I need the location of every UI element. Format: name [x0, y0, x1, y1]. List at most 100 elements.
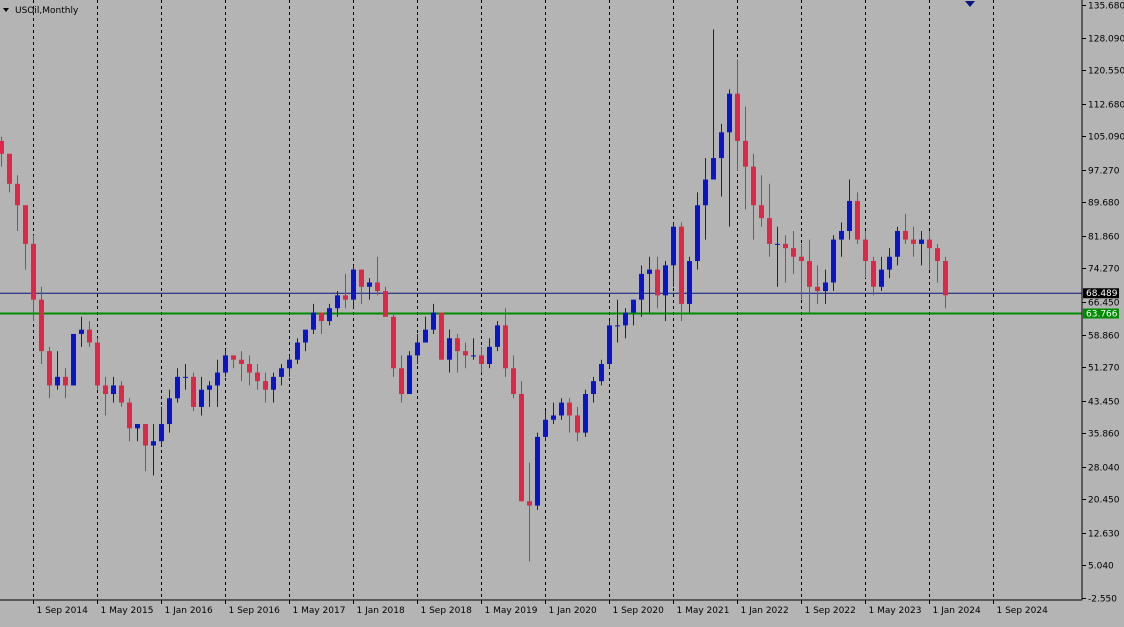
candle-body	[615, 325, 620, 327]
candle-body	[879, 269, 884, 287]
symbol-label: USOil,Monthly	[15, 6, 79, 16]
candle-body	[55, 376, 60, 386]
candle-body	[175, 376, 180, 399]
candle-body	[159, 424, 164, 442]
candle-body	[815, 286, 820, 292]
candle-body	[663, 265, 668, 296]
candle	[535, 432, 540, 510]
candle-body	[479, 355, 484, 364]
symbol-header: USOil,Monthly	[3, 6, 79, 16]
candle-body	[431, 312, 436, 330]
candle-body	[671, 226, 676, 266]
candle-body	[247, 363, 252, 373]
chart-area[interactable]: 135.680 128.090 120.550 112.680 105.090 97.27…	[0, 0, 1124, 623]
candle-body	[183, 376, 188, 378]
candle-body	[271, 376, 276, 390]
candle-body	[583, 394, 588, 433]
candle-body	[943, 261, 948, 296]
candle-body	[47, 351, 52, 386]
candle-body	[871, 261, 876, 287]
candle-body	[319, 312, 324, 322]
candle-body	[407, 355, 412, 395]
candle-body	[63, 376, 68, 386]
x-tick-label-4: 1 May 2017	[293, 606, 346, 616]
price-chart[interactable]: 135.680 128.090 120.550 112.680 105.090 97.27…	[0, 0, 1124, 623]
candle-body	[487, 346, 492, 364]
candle-body	[151, 441, 156, 446]
candle-body	[623, 312, 628, 326]
candle-body	[855, 200, 860, 240]
candle-body	[799, 256, 804, 262]
x-tick-label-14: 1 Jan 2024	[933, 606, 981, 616]
x-tick-label-11: 1 Jan 2022	[741, 606, 789, 616]
candle-body	[599, 363, 604, 382]
candle	[407, 351, 412, 395]
candle-body	[463, 351, 468, 356]
candle-body	[111, 385, 116, 395]
y-tick-label-13: 35.860	[1088, 430, 1120, 440]
candle-body	[687, 261, 692, 304]
candle-body	[495, 325, 500, 347]
current-price-tag: 68.489	[1086, 289, 1118, 299]
candle-body	[703, 179, 708, 206]
candle-body	[807, 261, 812, 287]
x-tick-label-5: 1 Jan 2018	[357, 606, 405, 616]
x-tick-label-15: 1 Sep 2024	[997, 606, 1049, 616]
candle-body	[631, 299, 636, 313]
x-tick-label-9: 1 Sep 2020	[613, 606, 665, 616]
y-tick-label-5: 97.270	[1088, 167, 1120, 177]
candle-body	[287, 359, 292, 369]
candle-body	[775, 243, 780, 245]
y-tick-label-16: 12.630	[1088, 530, 1120, 540]
candle-body	[295, 342, 300, 360]
candle-body	[167, 398, 172, 425]
candle-body	[711, 158, 716, 180]
candle	[191, 372, 196, 412]
y-tick-label-11: 51.270	[1088, 364, 1120, 374]
candle-body	[647, 269, 652, 274]
candle-body	[935, 248, 940, 262]
candle-body	[79, 329, 84, 334]
y-tick-label-8: 74.270	[1088, 265, 1120, 275]
candle	[391, 312, 396, 377]
candle-body	[679, 226, 684, 304]
candle-body	[727, 93, 732, 133]
candle-body	[0, 140, 4, 154]
candle-body	[719, 132, 724, 159]
candle-body	[439, 312, 444, 360]
y-tick-label-9: 66.450	[1088, 299, 1120, 309]
candle-body	[567, 402, 572, 416]
candle-body	[751, 166, 756, 206]
candle-body	[639, 273, 644, 300]
x-tick-label-13: 1 May 2023	[869, 606, 922, 616]
candle-body	[559, 402, 564, 416]
candle-body	[255, 372, 260, 382]
candle-body	[391, 316, 396, 369]
candle	[439, 312, 444, 360]
candle-body	[239, 359, 244, 364]
candle-body	[39, 299, 44, 352]
candle-body	[7, 153, 12, 184]
candle-body	[375, 282, 380, 292]
candle-body	[743, 140, 748, 167]
candle-body	[231, 355, 236, 360]
y-tick-label-12: 43.450	[1088, 398, 1120, 408]
candle-body	[919, 239, 924, 244]
candle-body	[351, 269, 356, 300]
candle	[95, 338, 100, 390]
candle-body	[311, 312, 316, 330]
candle-body	[327, 308, 332, 322]
y-tick-label-17: 5.040	[1088, 562, 1114, 572]
candle-body	[607, 325, 612, 364]
candle-body	[903, 230, 908, 240]
candle-body	[839, 230, 844, 240]
candle-body	[503, 325, 508, 369]
candle-body	[847, 200, 852, 231]
candle-body	[823, 282, 828, 292]
candle-body	[191, 376, 196, 407]
y-tick-label-1: 128.090	[1088, 35, 1124, 45]
candle-body	[527, 501, 532, 506]
y-tick-label-0: 135.680	[1088, 2, 1124, 12]
candle-body	[471, 355, 476, 357]
candle-body	[519, 394, 524, 502]
